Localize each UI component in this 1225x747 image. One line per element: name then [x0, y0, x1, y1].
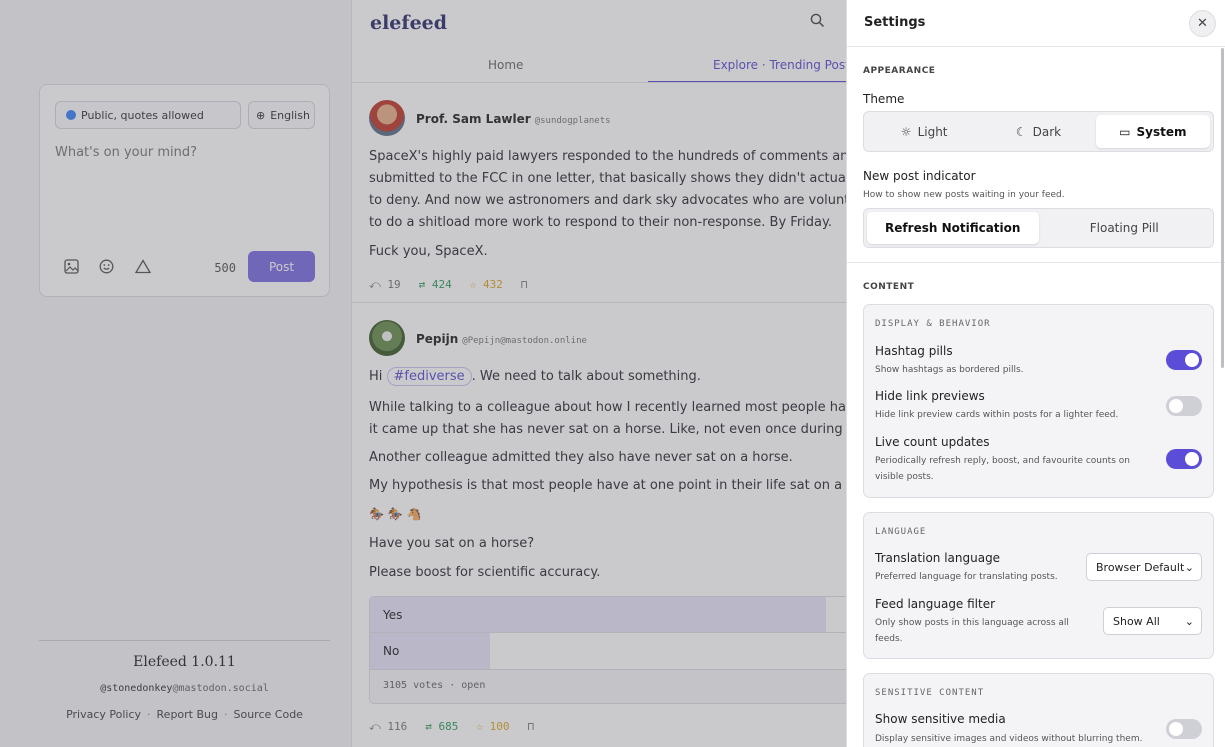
theme-label: Theme: [863, 92, 905, 106]
setting-description: Periodically refresh reply, boost, and f…: [875, 456, 1130, 466]
monitor-icon: ▭: [1119, 124, 1131, 139]
card-heading: DISPLAY & BEHAVIOR: [875, 319, 991, 329]
close-icon: ✕: [1197, 16, 1208, 31]
setting-description: feeds.: [875, 634, 903, 644]
setting-description: Preferred language for translating posts…: [875, 572, 1058, 582]
settings-panel: Settings ✕ APPEARANCE Theme ☼ Light ☾ Dark…: [846, 0, 1225, 747]
translation-language-select[interactable]: Browser Default ⌄: [1086, 553, 1202, 581]
sun-icon: ☼: [900, 124, 912, 139]
theme-option-label: Dark: [1032, 124, 1062, 139]
toggle-knob: [1169, 399, 1183, 413]
setting-description: Show hashtags as bordered pills.: [875, 365, 1024, 375]
chevron-down-icon: ⌄: [1184, 614, 1194, 628]
setting-description: visible posts.: [875, 472, 934, 482]
toggle-knob: [1169, 722, 1183, 736]
modal-backdrop[interactable]: [0, 0, 846, 747]
setting-description: Only show posts in this language across …: [875, 618, 1069, 628]
indicator-label: New post indicator: [863, 169, 976, 183]
card-heading: LANGUAGE: [875, 527, 927, 537]
indicator-selector: Refresh Notification Floating Pill: [863, 208, 1214, 248]
theme-option-dark[interactable]: ☾ Dark: [981, 115, 1095, 148]
close-button[interactable]: ✕: [1189, 10, 1216, 37]
setting-description: Display sensitive images and videos with…: [875, 734, 1143, 744]
toggle-knob: [1185, 353, 1199, 367]
indicator-option-pill[interactable]: Floating Pill: [1039, 212, 1211, 244]
divider: [847, 262, 1225, 263]
theme-option-light[interactable]: ☼ Light: [867, 115, 981, 148]
hide-link-previews-toggle[interactable]: [1166, 396, 1202, 416]
indicator-option-refresh[interactable]: Refresh Notification: [867, 212, 1039, 244]
setting-label: Feed language filter: [875, 597, 996, 611]
section-heading-content: CONTENT: [863, 282, 915, 292]
card-heading: SENSITIVE CONTENT: [875, 688, 985, 698]
theme-option-label: System: [1136, 124, 1187, 139]
setting-label: Hashtag pills: [875, 344, 953, 358]
theme-selector: ☼ Light ☾ Dark ▭ System: [863, 111, 1214, 152]
indicator-description: How to show new posts waiting in your fe…: [863, 190, 1065, 200]
settings-title: Settings: [864, 15, 926, 30]
scrollbar[interactable]: [1221, 48, 1224, 368]
select-value: Browser Default: [1096, 560, 1185, 574]
setting-label: Hide link previews: [875, 389, 985, 403]
feed-language-filter-select[interactable]: Show All ⌄: [1103, 607, 1202, 635]
show-sensitive-media-toggle[interactable]: [1166, 719, 1202, 739]
language-card: LANGUAGE Translation language Preferred …: [863, 512, 1214, 659]
setting-label: Show sensitive media: [875, 712, 1006, 726]
sensitive-content-card: SENSITIVE CONTENT Show sensitive media D…: [863, 673, 1214, 747]
section-heading-appearance: APPEARANCE: [863, 66, 936, 76]
setting-label: Live count updates: [875, 435, 990, 449]
divider: [847, 46, 1225, 47]
live-count-updates-toggle[interactable]: [1166, 449, 1202, 469]
theme-option-system[interactable]: ▭ System: [1095, 115, 1210, 148]
select-value: Show All: [1113, 614, 1160, 628]
setting-description: Hide link preview cards within posts for…: [875, 410, 1119, 420]
hashtag-pills-toggle[interactable]: [1166, 350, 1202, 370]
moon-icon: ☾: [1015, 124, 1027, 139]
theme-option-label: Light: [917, 124, 948, 139]
setting-label: Translation language: [875, 551, 1001, 565]
toggle-knob: [1185, 452, 1199, 466]
display-behavior-card: DISPLAY & BEHAVIOR Hashtag pills Show ha…: [863, 304, 1214, 498]
chevron-down-icon: ⌄: [1184, 560, 1194, 574]
